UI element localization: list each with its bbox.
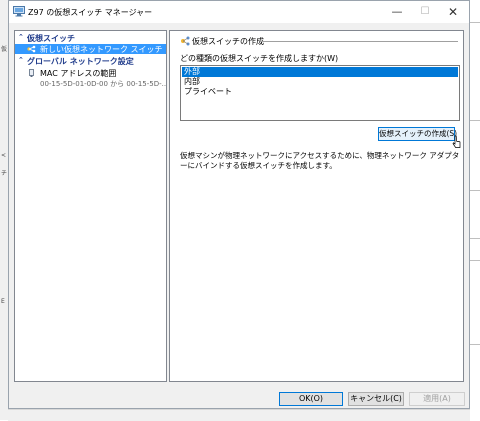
virtual-switch-manager-window: Z97 の仮想スイッチ マネージャー — ☐ ✕ ⌃ 仮想スイッチ 新しい仮想ネ… — [8, 0, 470, 409]
maximize-button[interactable]: ☐ — [411, 1, 439, 23]
new-virtual-switch-item[interactable]: 新しい仮想ネットワーク スイッチ — [15, 44, 166, 54]
virtual-switches-header[interactable]: ⌃ 仮想スイッチ — [15, 33, 166, 43]
bg-glyph: E — [1, 298, 5, 305]
background-window-right — [470, 0, 480, 420]
global-network-settings-header[interactable]: ⌃ グローバル ネットワーク設定 — [15, 56, 166, 66]
mac-address-range-item[interactable]: MAC アドレスの範囲 — [15, 68, 166, 78]
virtual-switches-header-label: 仮想スイッチ — [27, 34, 75, 43]
section-divider — [260, 41, 458, 42]
collapse-chevron-icon[interactable]: ⌃ — [18, 33, 24, 41]
section-title: 仮想スイッチの作成 — [192, 37, 264, 46]
switch-type-option-private[interactable]: プライベート — [182, 87, 458, 97]
ok-button[interactable]: OK(O) — [279, 392, 343, 406]
switch-type-option-external[interactable]: 外部 — [182, 67, 458, 77]
switch-type-description: 仮想マシンが物理ネットワークにアクセスするために、物理ネットワーク アダプターに… — [180, 151, 460, 170]
virtual-switch-icon — [181, 36, 190, 46]
collapse-chevron-icon[interactable]: ⌃ — [18, 56, 24, 64]
navigation-tree: ⌃ 仮想スイッチ 新しい仮想ネットワーク スイッチ ⌃ グローバル ネットワーク… — [14, 30, 167, 382]
close-button[interactable]: ✕ — [439, 1, 467, 23]
bg-glyph: 仮 — [1, 46, 8, 53]
hyper-v-manager-icon — [13, 6, 25, 17]
bg-glyph: チ — [1, 170, 8, 177]
new-virtual-switch-label: 新しい仮想ネットワーク スイッチ — [40, 45, 163, 54]
mac-address-range-value: 00-15-5D-01-0D-00 から 00-15-5D-... — [40, 80, 167, 88]
title-bar[interactable]: Z97 の仮想スイッチ マネージャー — ☐ ✕ — [9, 1, 469, 23]
minimize-button[interactable]: — — [383, 1, 411, 23]
mouse-pointer-icon — [452, 135, 461, 148]
switch-type-option-internal[interactable]: 内部 — [182, 77, 458, 87]
network-adapter-icon — [29, 69, 34, 77]
create-virtual-switch-button[interactable]: 仮想スイッチの作成(S) — [378, 127, 457, 141]
mac-address-range-label: MAC アドレスの範囲 — [40, 69, 117, 78]
bg-glyph: < — [1, 152, 7, 159]
window-title: Z97 の仮想スイッチ マネージャー — [28, 8, 153, 17]
content-pane: 仮想スイッチの作成 どの種類の仮想スイッチを作成しますか(W) 外部 内部 プラ… — [169, 30, 464, 382]
apply-button[interactable]: 適用(A) — [409, 392, 465, 406]
switch-type-listbox[interactable]: 外部 内部 プライベート — [180, 65, 460, 121]
background-window-bottom — [8, 409, 470, 421]
cancel-button[interactable]: キャンセル(C) — [348, 392, 404, 406]
global-network-settings-label: グローバル ネットワーク設定 — [27, 57, 134, 66]
network-switch-icon — [27, 45, 36, 53]
switch-type-question: どの種類の仮想スイッチを作成しますか(W) — [180, 54, 339, 63]
